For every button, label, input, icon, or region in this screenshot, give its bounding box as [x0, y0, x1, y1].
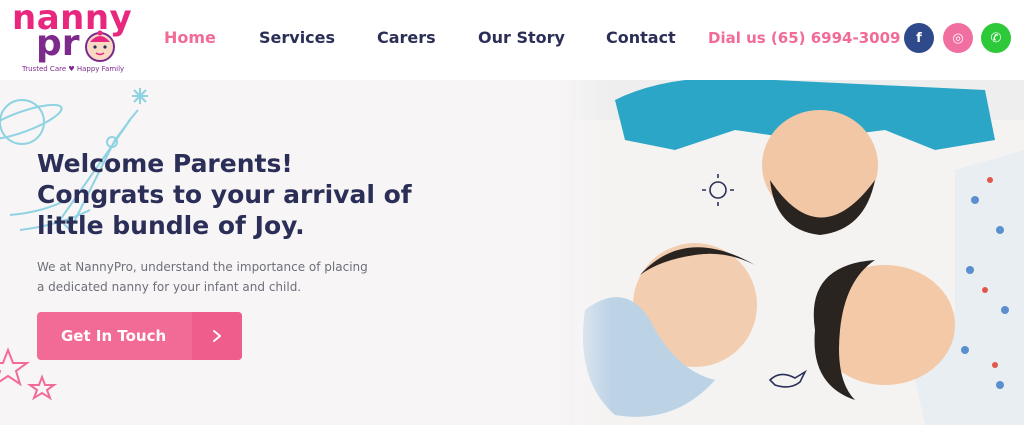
hero-description: We at NannyPro, understand the importanc…: [37, 260, 368, 294]
hero-headline: Welcome Parents! Congrats to your arriva…: [37, 148, 457, 241]
site-header: nanny pr Trusted Care ♥ Happy Family Hom…: [0, 0, 1024, 80]
nav-contact[interactable]: Contact: [606, 26, 676, 50]
instagram-icon[interactable]: ◎: [943, 23, 973, 53]
dial-phone-link[interactable]: Dial us (65) 6994-3009: [708, 26, 900, 50]
nav-services[interactable]: Services: [259, 26, 335, 50]
chevron-right-icon: [192, 312, 242, 360]
nav-carers[interactable]: Carers: [377, 26, 436, 50]
headline-line-1: Welcome Parents!: [37, 149, 293, 178]
logo-tagline: Trusted Care ♥ Happy Family: [22, 65, 125, 73]
logo-word-pro: pr: [36, 23, 80, 64]
nannypro-logo[interactable]: nanny pr Trusted Care ♥ Happy Family: [10, 0, 135, 78]
children-hero-image: [555, 80, 1024, 425]
baby-face-icon: [85, 30, 115, 62]
facebook-icon[interactable]: f: [904, 23, 934, 53]
headline-line-3: little bundle of Joy.: [37, 211, 305, 240]
sparkle-doodle-icon: [132, 88, 148, 104]
get-in-touch-button[interactable]: Get In Touch: [37, 312, 242, 360]
headline-line-2: Congrats to your arrival of: [37, 180, 412, 209]
planet-doodle-icon: [0, 99, 63, 145]
nav-home[interactable]: Home: [164, 26, 216, 50]
doodle-decoration: [0, 88, 148, 401]
hero-section: Welcome Parents! Congrats to your arriva…: [0, 80, 1024, 425]
get-in-touch-label: Get In Touch: [61, 327, 167, 345]
whatsapp-icon[interactable]: ✆: [981, 23, 1011, 53]
nav-our-story[interactable]: Our Story: [478, 26, 565, 50]
